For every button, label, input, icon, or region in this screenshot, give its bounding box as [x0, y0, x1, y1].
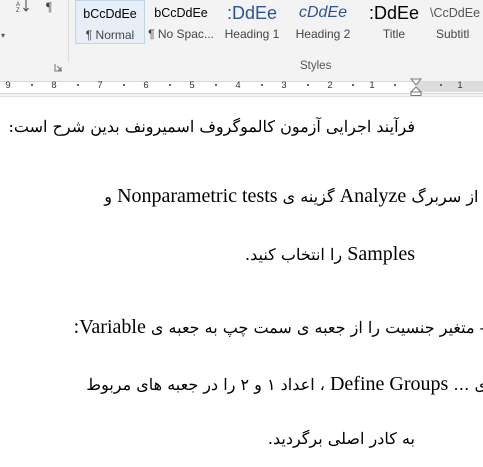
style-preview: \CcDdEe: [430, 6, 481, 20]
svg-text:Z: Z: [16, 8, 20, 12]
ruler-tick: [394, 84, 396, 86]
show-formatting-icon[interactable]: ¶: [46, 0, 52, 15]
paragraph-step-2-cont: ی … Define Groups ، اعداد ۱ و ۲ را در جع…: [86, 373, 483, 396]
style-label: Heading 2: [295, 27, 351, 41]
document-body[interactable]: فرآیند اجرایی آزمون کالموگروف اسمیرونف ب…: [0, 97, 483, 467]
horizontal-ruler[interactable]: 9 8 7 6 5 4 3 2 1 1: [0, 78, 483, 97]
style-heading-2[interactable]: cDdEe Heading 2: [288, 0, 358, 44]
ruler-number: 3: [281, 80, 287, 91]
paragraph-step-2: - متغیر جنسیت را از جعبه ی سمت چپ به جعب…: [74, 316, 483, 339]
ruler-tick: [215, 84, 217, 86]
ruler-number: 8: [51, 80, 57, 91]
text-run-latin: Define Groups: [329, 373, 449, 395]
paragraph-dialog-launcher-icon[interactable]: [54, 63, 63, 72]
ruler-tick: [123, 84, 125, 86]
ruler-number: 7: [97, 80, 103, 91]
paragraph-intro: فرآیند اجرایی آزمون کالموگروف اسمیرونف ب…: [9, 117, 416, 136]
ruler-tick: [261, 84, 263, 86]
ruler-number: 6: [143, 80, 149, 91]
style-heading-1[interactable]: :DdEe Heading 1: [217, 0, 287, 44]
text-run: گزینه ی: [282, 187, 335, 206]
ruler-number: 1: [457, 80, 463, 91]
text-run: فرآیند اجرایی آزمون کالموگروف اسمیرونف ب…: [8, 117, 416, 136]
style-subtitle[interactable]: \CcDdEe Subtitl: [430, 0, 483, 44]
text-run: به کادر اصلی برگردید.: [267, 429, 415, 448]
style-preview: bCcDdEe: [83, 7, 137, 21]
style-normal[interactable]: bCcDdEe ¶ Normal: [75, 0, 145, 44]
ruler-tick: [77, 84, 79, 86]
text-run-latin: Nonparametric tests: [117, 185, 278, 207]
ruler-tick: [307, 84, 309, 86]
text-run: را انتخاب کنید.: [245, 245, 343, 264]
ruler-tick: [31, 84, 33, 86]
style-preview: cDdEe: [298, 4, 348, 21]
style-label: Heading 1: [224, 27, 280, 41]
style-preview: :DdEe: [226, 3, 278, 23]
ruler-number: 1: [369, 80, 375, 91]
ruler-tick: [440, 84, 442, 86]
style-label: Subtitl: [436, 27, 470, 41]
ruler-number: 4: [235, 80, 241, 91]
text-run-latin: :Variable: [73, 316, 146, 338]
style-preview: :DdEe: [368, 3, 420, 23]
paragraph-step-1-cont: Samples را انتخاب کنید.: [245, 243, 415, 266]
styles-group-label: Styles: [300, 60, 332, 72]
paragraph-group: A Z ¶ ▾: [0, 0, 69, 72]
text-run-latin: Samples: [347, 243, 415, 265]
text-run-latin: Analyze: [339, 185, 407, 207]
indent-marker-icon[interactable]: [409, 78, 423, 96]
text-run: ، اعداد ۱ و ۲ را در جعبه های مربوط: [86, 375, 325, 394]
paragraph-step-1: - از سربرگ Analyze گزینه ی Nonparametric…: [104, 185, 483, 208]
paragraph-step-2-end: به کادر اصلی برگردید.: [268, 429, 415, 448]
ruler-number: 2: [327, 80, 333, 91]
style-title[interactable]: :DdEe Title: [359, 0, 429, 44]
text-run: - متغیر جنسیت را از جعبه ی سمت چپ به جعب…: [150, 318, 483, 337]
text-run: - از سربرگ: [411, 187, 483, 206]
text-run: ی …: [453, 375, 483, 394]
style-preview: bCcDdEe: [154, 6, 208, 20]
ruler-tick: [169, 84, 171, 86]
sort-icon[interactable]: A Z: [16, 0, 30, 14]
style-label: ¶ No Spac...: [148, 27, 214, 41]
text-run: و: [104, 187, 112, 206]
ruler-number: 5: [189, 80, 195, 91]
ribbon: A Z ¶ ▾ bCcDdEe ¶ Normal bCcDdEe ¶ No Sp…: [0, 0, 483, 79]
ruler-number: 9: [5, 80, 11, 91]
style-label: ¶ Normal: [85, 28, 135, 42]
style-no-spacing[interactable]: bCcDdEe ¶ No Spac...: [146, 0, 216, 44]
style-label: Title: [382, 27, 406, 41]
ruler-tick: [352, 84, 354, 86]
dropdown-arrow-icon[interactable]: ▾: [1, 31, 5, 40]
styles-gallery: bCcDdEe ¶ Normal bCcDdEe ¶ No Spac... :D…: [73, 0, 483, 46]
ruler-margin: [417, 81, 483, 92]
